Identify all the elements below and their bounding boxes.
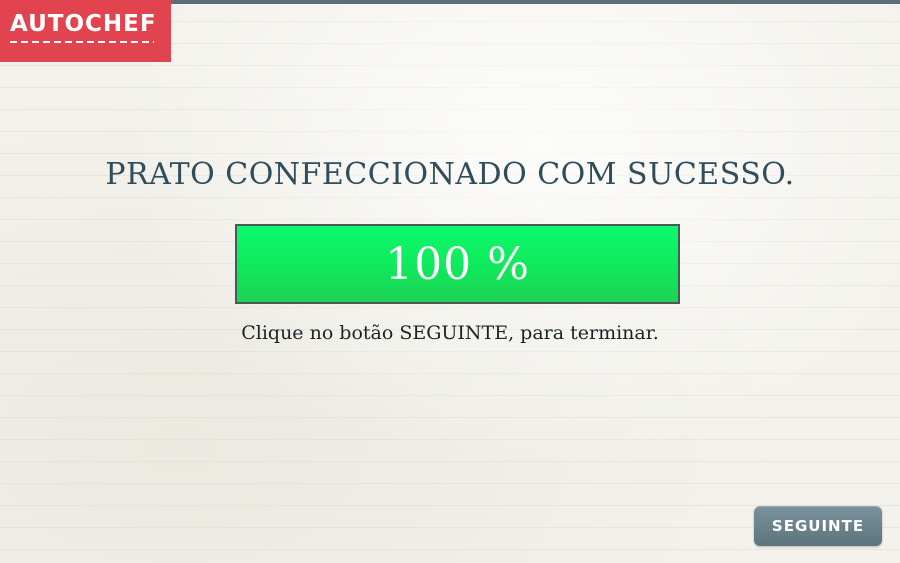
next-button[interactable]: SEGUINTE [754,506,882,546]
logo-dashed-underline [10,41,154,43]
page-title: PRATO CONFECCIONADO COM SUCESSO. [105,157,795,192]
progress-label: 100 % [385,238,530,290]
instruction-text: Clique no botão SEGUINTE, para terminar. [241,322,659,344]
autochef-logo: AUTOCHEF [0,0,171,62]
logo-text: AUTOCHEF [10,11,157,37]
progress-bar: 100 % [235,224,680,304]
